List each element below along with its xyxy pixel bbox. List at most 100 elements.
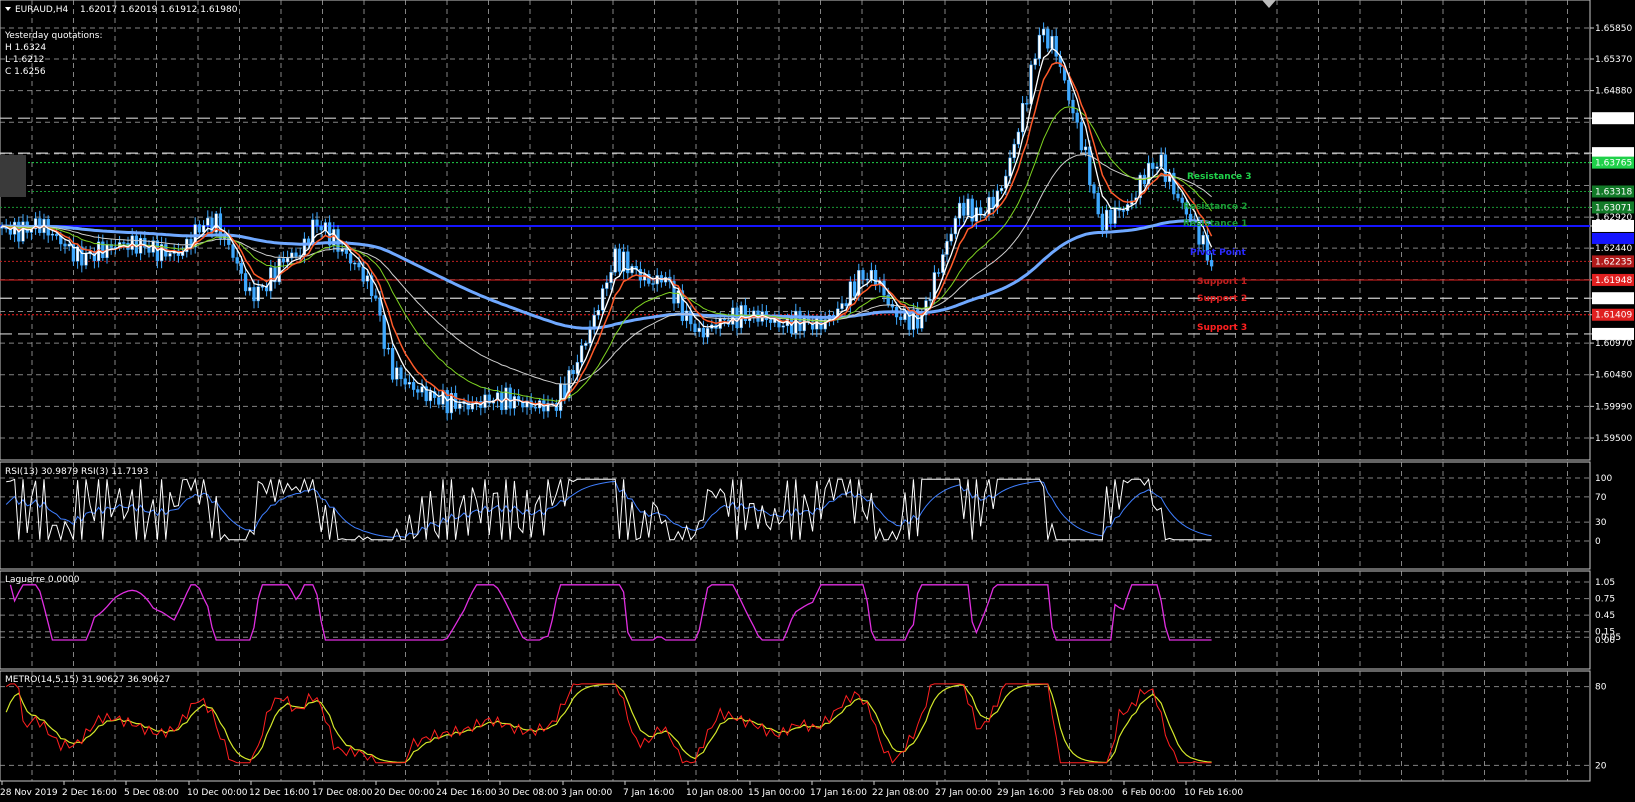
candle-body <box>395 367 399 380</box>
pivot-point-label: Pivot Point <box>1190 248 1246 258</box>
candle-body <box>945 240 949 255</box>
candle-body <box>122 242 126 244</box>
candle-body <box>873 270 878 286</box>
time-label: 29 Jan 16:00 <box>997 788 1054 798</box>
time-label: 10 Jan 08:00 <box>686 788 743 798</box>
candle-body <box>416 389 420 393</box>
price-tick-label: 1.65370 <box>1595 55 1632 65</box>
candle-body <box>21 221 25 242</box>
rsi-tick-label: 30 <box>1595 518 1607 528</box>
laguerre-tick-label: 1.05 <box>1595 578 1615 588</box>
time-label: 2 Dec 16:00 <box>62 788 117 798</box>
rsi-title: RSI(13) 30.9879 RSI(3) 11.7193 <box>5 467 148 477</box>
resistance-1-label: Resistance 1 <box>1183 219 1247 229</box>
time-label: 27 Jan 00:00 <box>935 788 992 798</box>
time-label: 20 Dec 00:00 <box>374 788 435 798</box>
candle-body <box>962 202 966 216</box>
time-label: 17 Jan 16:00 <box>810 788 867 798</box>
candle-body <box>1075 112 1079 123</box>
main-price-pane[interactable] <box>0 0 1591 461</box>
price-tick-label: 1.63318 <box>1595 187 1632 197</box>
candle-body <box>1041 28 1046 36</box>
candle-body <box>928 299 932 301</box>
candle-body <box>260 286 265 288</box>
candle-body <box>533 406 538 409</box>
candle-body <box>1016 131 1021 145</box>
time-label: 24 Dec 16:00 <box>436 788 497 798</box>
resistance-3-label: Resistance 3 <box>1187 172 1251 182</box>
candle-body <box>999 188 1004 192</box>
laguerre-tick-label: 0.45 <box>1595 611 1615 621</box>
candle-body <box>936 272 941 274</box>
candle-body <box>957 202 962 219</box>
candle-body <box>1096 192 1100 215</box>
candle-body <box>1054 36 1058 57</box>
candle-body <box>353 262 357 265</box>
candle-body <box>941 254 945 273</box>
laguerre-title: Laguerre 0.0000 <box>5 575 80 585</box>
side-handle[interactable] <box>0 155 26 197</box>
candle-body <box>243 273 248 292</box>
candle-body <box>995 190 1000 209</box>
candle-body <box>1037 34 1042 59</box>
candle-body <box>54 233 59 237</box>
candle-body <box>1088 146 1092 185</box>
candle-body <box>1067 80 1071 101</box>
ohlc-values: 1.62017 1.62019 1.61912 1.61980 <box>80 5 238 15</box>
candle-body <box>781 325 785 328</box>
shift-marker-icon[interactable] <box>1262 0 1276 8</box>
symbol-dropdown-icon[interactable] <box>5 7 11 11</box>
candle-body <box>558 383 563 411</box>
yesterday-high: H 1.6324 <box>5 43 46 53</box>
candle-body <box>592 314 596 328</box>
candle-body <box>1025 103 1029 105</box>
candle-body <box>458 403 462 409</box>
time-axis: 28 Nov 2019 2 Dec 16:00 5 Dec 08:00 10 Dec … <box>0 781 1243 798</box>
candle-body <box>348 253 353 264</box>
candle-body <box>899 316 903 320</box>
metro-lines <box>5 683 1212 764</box>
grid-lines <box>0 0 1590 781</box>
candle-body <box>865 278 869 281</box>
candle-body <box>201 225 206 233</box>
candle-body <box>50 233 55 236</box>
candle-body <box>252 287 256 302</box>
metro-pane[interactable] <box>0 670 1591 782</box>
price-tick-label: 1.61948 <box>1595 276 1632 286</box>
candle-body <box>508 387 512 409</box>
candle-body <box>206 217 210 226</box>
candle-body <box>617 248 622 272</box>
candle-body <box>1109 209 1113 224</box>
candle-body <box>407 382 412 385</box>
candle-body <box>231 244 235 258</box>
price-tick-label: 1.60480 <box>1595 371 1632 381</box>
candle-body <box>382 315 386 349</box>
candle-body <box>1155 166 1159 169</box>
time-label: 3 Jan 00:00 <box>561 788 613 798</box>
candle-body <box>319 225 323 231</box>
resistance-2-label: Resistance 2 <box>1183 202 1247 212</box>
rsi-lines <box>5 477 1212 542</box>
price-tick-label: 1.59990 <box>1595 402 1632 412</box>
trading-chart[interactable]: 1.658501.653701.648801.644531.639121.637… <box>0 0 1635 802</box>
laguerre-tick-label: 0.00 <box>1595 636 1615 646</box>
yesterday-low: L 1.6212 <box>5 55 44 65</box>
price-tick-label: 1.62235 <box>1595 257 1632 267</box>
candle-body <box>1079 122 1084 151</box>
rsi-13-line <box>5 480 1212 538</box>
candle-body <box>134 235 139 254</box>
ma-8-line <box>1 61 1213 407</box>
candle-body <box>84 253 88 266</box>
candle-body <box>705 328 710 338</box>
candle-body <box>651 283 655 285</box>
laguerre-pane[interactable] <box>0 570 1591 670</box>
candle-body <box>420 386 424 393</box>
candle-body <box>1046 28 1050 49</box>
candle-body <box>697 327 701 332</box>
candle-body <box>1012 143 1016 159</box>
candle-body <box>684 310 689 322</box>
candle-body <box>1092 184 1096 194</box>
time-label: 10 Feb 16:00 <box>1184 788 1243 798</box>
pivot-levels <box>0 117 1590 335</box>
rsi-3-line <box>6 477 1212 542</box>
